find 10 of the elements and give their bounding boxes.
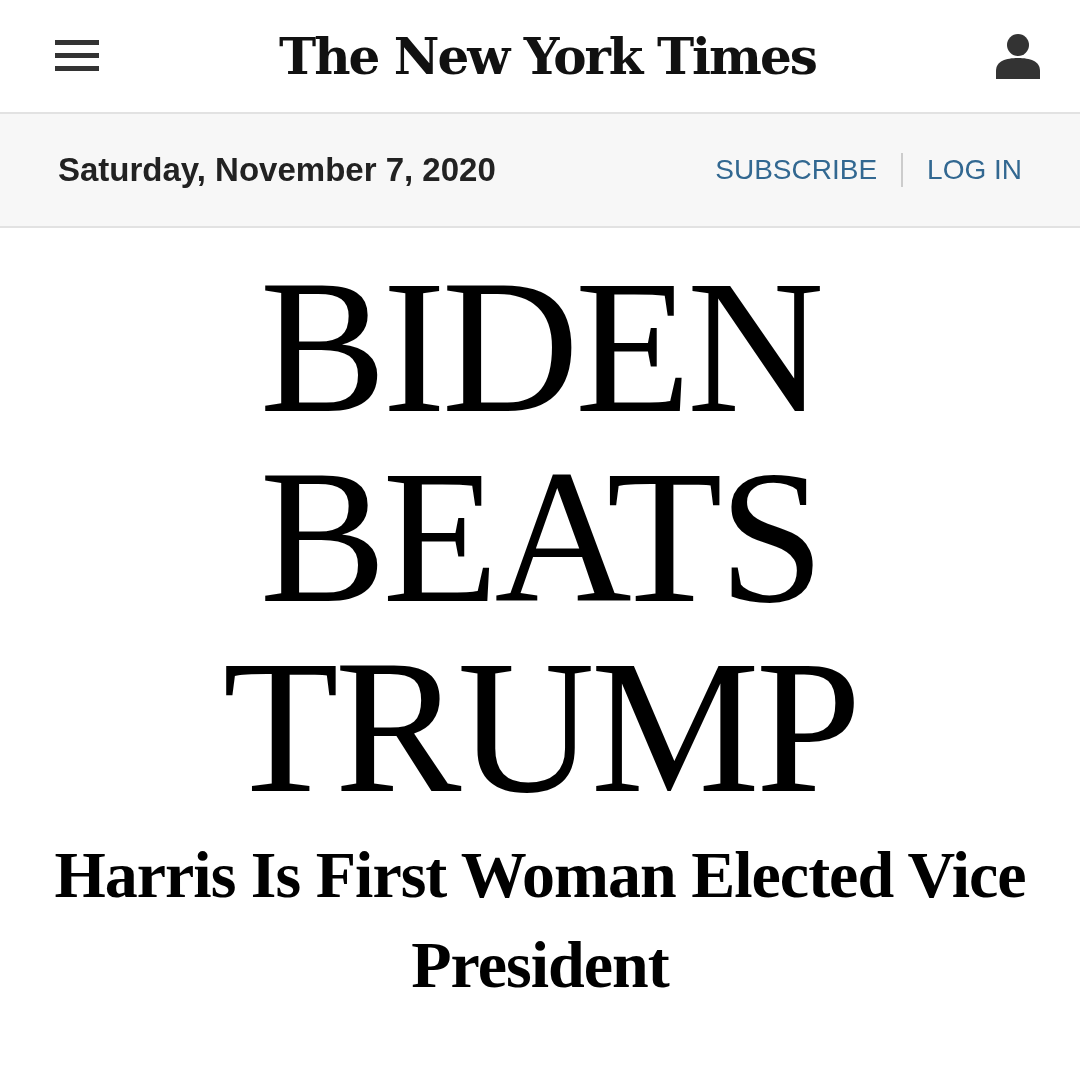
logo[interactable]: The New York Times bbox=[279, 18, 816, 94]
headline-line: TRUMP bbox=[222, 632, 858, 822]
date-text: Saturday, November 7, 2020 bbox=[58, 150, 496, 191]
subscribe-link[interactable]: SUBSCRIBE bbox=[715, 149, 878, 191]
user-icon[interactable] bbox=[996, 33, 1040, 79]
headline-line: BEATS bbox=[259, 442, 821, 632]
menu-icon[interactable] bbox=[55, 40, 99, 72]
login-link[interactable]: LOG IN bbox=[927, 149, 1022, 191]
subheadline[interactable]: Harris Is First Woman Elected Vice President bbox=[35, 830, 1045, 1010]
headline-line: BIDEN bbox=[259, 252, 821, 442]
